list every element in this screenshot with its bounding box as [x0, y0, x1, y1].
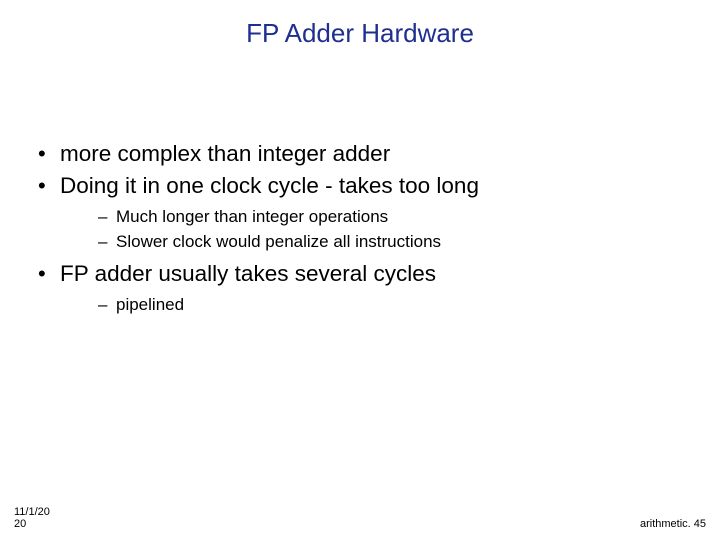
sub-bullet-item: Slower clock would penalize all instruct…: [98, 231, 682, 252]
bullet-item: FP adder usually takes several cycles pi…: [38, 260, 682, 315]
bullet-item: Doing it in one clock cycle - takes too …: [38, 172, 682, 252]
sub-bullet-list: Much longer than integer operations Slow…: [60, 206, 682, 252]
sub-bullet-text: Much longer than integer operations: [116, 207, 388, 226]
bullet-text: Doing it in one clock cycle - takes too …: [60, 173, 479, 198]
footer-date: 11/1/20 20: [14, 506, 50, 530]
footer-page: arithmetic. 45: [640, 518, 706, 530]
sub-bullet-text: Slower clock would penalize all instruct…: [116, 232, 441, 251]
bullet-item: more complex than integer adder: [38, 140, 682, 168]
sub-bullet-item: pipelined: [98, 294, 682, 315]
sub-bullet-text: pipelined: [116, 295, 184, 314]
slide: FP Adder Hardware more complex than inte…: [0, 0, 720, 540]
bullet-text: FP adder usually takes several cycles: [60, 261, 436, 286]
slide-body: more complex than integer adder Doing it…: [38, 140, 682, 323]
slide-title: FP Adder Hardware: [0, 18, 720, 49]
bullet-list: more complex than integer adder Doing it…: [38, 140, 682, 315]
sub-bullet-list: pipelined: [60, 294, 682, 315]
sub-bullet-item: Much longer than integer operations: [98, 206, 682, 227]
bullet-text: more complex than integer adder: [60, 141, 390, 166]
